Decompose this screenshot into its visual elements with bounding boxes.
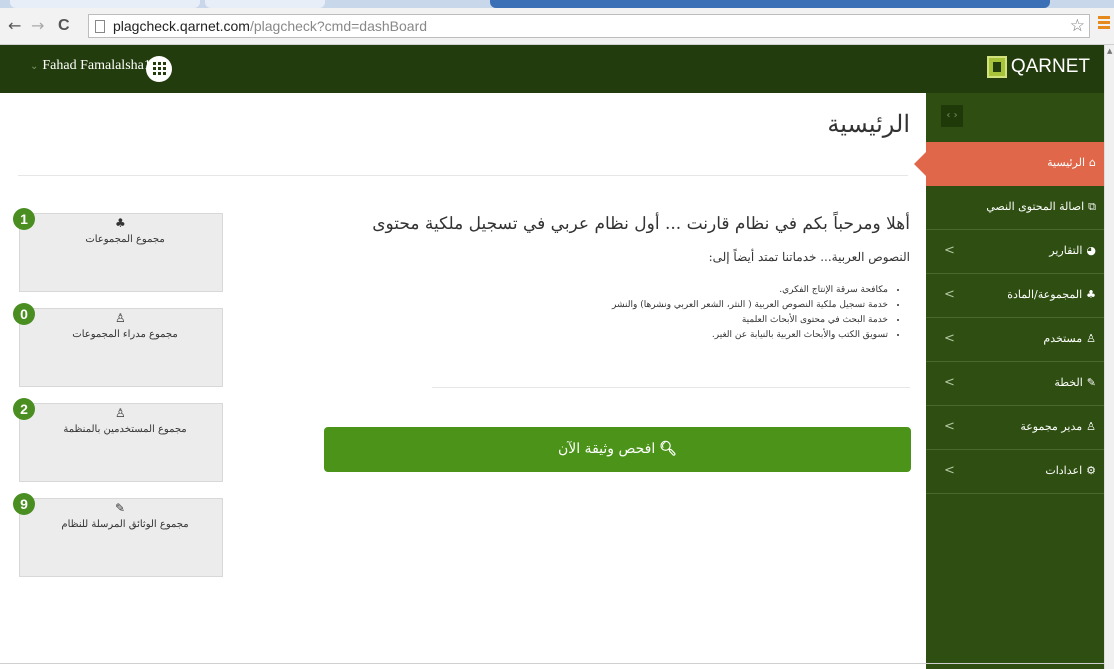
sidebar-item-text: مستخدم bbox=[1043, 332, 1083, 345]
sidebar-item-text: اصالة المحتوى النصي bbox=[986, 200, 1085, 213]
back-icon[interactable]: ← bbox=[8, 17, 21, 35]
sidebar-item-label: ⚙اعدادات bbox=[1045, 464, 1096, 477]
user-icon: ♙ bbox=[1086, 332, 1096, 345]
chevron-left-icon: < bbox=[944, 331, 955, 346]
stat-label: مجموع مدراء المجموعات bbox=[72, 329, 178, 340]
forward-icon[interactable]: → bbox=[31, 17, 44, 35]
search-icon: 🔍︎ bbox=[659, 441, 678, 457]
stat-card[interactable]: 1 ♣ مجموع المجموعات bbox=[13, 208, 223, 292]
welcome-heading: أهلا ومرحباً بكم في نظام قارنت ... أول ن… bbox=[372, 214, 910, 234]
count-badge: 9 bbox=[13, 493, 35, 515]
user-name: Fahad Famalalsha1 bbox=[42, 58, 151, 73]
browser-tab[interactable] bbox=[10, 0, 200, 8]
sidebar-collapse-button[interactable]: ‹ › bbox=[941, 105, 963, 127]
services-list: مكافحة سرقة الإنتاج الفكري. خدمة تسجيل م… bbox=[520, 283, 900, 343]
sidebar-item-label: ♙مدير مجموعة bbox=[1020, 420, 1096, 433]
stat-card[interactable]: 0 ♙ مجموع مدراء المجموعات bbox=[13, 303, 223, 387]
browser-tab-active[interactable] bbox=[490, 0, 1050, 8]
app-header: ⌄ Fahad Famalalsha1 QARNET bbox=[0, 45, 1104, 93]
sidebar-item-label: ✎الخطة bbox=[1054, 376, 1096, 389]
sidebar-item-label: ⧉اصالة المحتوى النصي bbox=[986, 200, 1096, 214]
reload-icon[interactable]: C bbox=[58, 17, 70, 35]
count-badge: 0 bbox=[13, 303, 35, 325]
brand-logo[interactable]: QARNET bbox=[986, 56, 1090, 78]
user-icon: ♙ bbox=[115, 406, 126, 420]
qarnet-logo-icon bbox=[986, 56, 1007, 78]
divider bbox=[18, 175, 908, 176]
calculator-icon[interactable] bbox=[146, 56, 172, 82]
sidebar-item[interactable]: ⌂الرئيسية bbox=[914, 142, 1104, 186]
url-text[interactable]: plagcheck.qarnet.com/plagcheck?cmd=dashB… bbox=[113, 18, 427, 34]
welcome-subheading: النصوص العربية... خدماتنا تمتد أيضاً إلى… bbox=[708, 250, 910, 264]
divider bbox=[0, 663, 1104, 664]
users-group-icon: ♣ bbox=[1086, 288, 1096, 301]
sidebar-item[interactable]: ♙مستخدم < bbox=[926, 318, 1104, 362]
group-manager-icon: ♙ bbox=[1086, 420, 1096, 433]
user-icon: ♙ bbox=[115, 311, 126, 325]
sidebar-item[interactable]: ⧉اصالة المحتوى النصي bbox=[926, 186, 1104, 230]
chevron-left-icon: < bbox=[944, 463, 955, 478]
copy-docs-icon: ⧉ bbox=[1088, 200, 1096, 213]
chevron-left-icon: < bbox=[944, 243, 955, 258]
url-path: /plagcheck?cmd=dashBoard bbox=[249, 18, 428, 34]
sidebar-item[interactable]: ♣المجموعة/المادة < bbox=[926, 274, 1104, 318]
url-host: plagcheck.qarnet.com bbox=[113, 18, 250, 34]
sidebar-item-label: ⌂الرئيسية bbox=[1047, 156, 1096, 169]
stat-label: مجموع المستخدمين بالمنظمة bbox=[63, 424, 187, 435]
users-group-icon: ♣ bbox=[115, 216, 126, 230]
scroll-up-icon[interactable]: ▲ bbox=[1107, 47, 1112, 55]
bookmark-star-icon[interactable]: ☆ bbox=[1070, 16, 1085, 36]
check-document-label: افحص وثيقة الآن bbox=[557, 441, 656, 457]
browser-tab[interactable] bbox=[205, 0, 325, 8]
check-document-button[interactable]: 🔍︎افحص وثيقة الآن bbox=[324, 427, 911, 472]
list-item: مكافحة سرقة الإنتاج الفكري. bbox=[520, 283, 888, 298]
chevron-down-icon: ⌄ bbox=[30, 61, 39, 72]
chevron-left-icon: < bbox=[944, 419, 955, 434]
divider bbox=[432, 387, 910, 388]
sidebar: ‹ › ⌂الرئيسية ⧉اصالة المحتوى النصي ◕التقار… bbox=[914, 93, 1104, 669]
gear-icon: ⚙ bbox=[1086, 464, 1096, 477]
sidebar-item-text: المجموعة/المادة bbox=[1007, 288, 1083, 301]
stat-card[interactable]: 2 ♙ مجموع المستخدمين بالمنظمة bbox=[13, 398, 223, 482]
sidebar-item-text: اعدادات bbox=[1045, 464, 1083, 477]
page-title: الرئيسية bbox=[827, 110, 910, 138]
stat-label: مجموع المجموعات bbox=[85, 234, 165, 245]
home-icon: ⌂ bbox=[1089, 156, 1096, 169]
pie-chart-icon: ◕ bbox=[1086, 244, 1096, 257]
count-badge: 1 bbox=[13, 208, 35, 230]
chevron-left-icon: < bbox=[944, 287, 955, 302]
sidebar-item-text: مدير مجموعة bbox=[1020, 420, 1083, 433]
sidebar-item[interactable]: ♙مدير مجموعة < bbox=[926, 406, 1104, 450]
sidebar-item[interactable]: ◕التقارير < bbox=[926, 230, 1104, 274]
address-bar[interactable]: plagcheck.qarnet.com/plagcheck?cmd=dashB… bbox=[88, 14, 1090, 38]
scrollbar[interactable]: ▲ bbox=[1104, 45, 1114, 669]
chevron-left-icon: < bbox=[944, 375, 955, 390]
page-icon bbox=[95, 20, 105, 33]
sidebar-item-label: ♣المجموعة/المادة bbox=[1007, 288, 1096, 301]
edit-icon: ✎ bbox=[1086, 376, 1096, 389]
browser-tab-strip bbox=[0, 0, 1114, 8]
brand-name: QARNET bbox=[1010, 56, 1090, 77]
sidebar-item-text: الخطة bbox=[1054, 376, 1083, 389]
stat-card[interactable]: 9 ✎ مجموع الوثائق المرسلة للنظام bbox=[13, 493, 223, 577]
list-item: خدمة تسجيل ملكية النصوص العربية ( النثر،… bbox=[520, 298, 888, 313]
sidebar-item[interactable]: ✎الخطة < bbox=[926, 362, 1104, 406]
sidebar-item-text: التقارير bbox=[1049, 244, 1083, 257]
list-item: خدمة البحث في محتوى الأبحاث العلمية bbox=[520, 313, 888, 328]
browser-menu-icon[interactable] bbox=[1098, 16, 1110, 34]
browser-toolbar: ← → C plagcheck.qarnet.com/plagcheck?cmd… bbox=[0, 8, 1114, 45]
sidebar-item-label: ◕التقارير bbox=[1049, 244, 1096, 257]
count-badge: 2 bbox=[13, 398, 35, 420]
sidebar-item-label: ♙مستخدم bbox=[1043, 332, 1096, 345]
stat-label: مجموع الوثائق المرسلة للنظام bbox=[61, 519, 189, 530]
user-menu[interactable]: ⌄ Fahad Famalalsha1 bbox=[30, 58, 151, 74]
edit-icon: ✎ bbox=[115, 501, 126, 515]
sidebar-item[interactable]: ⚙اعدادات < bbox=[926, 450, 1104, 494]
list-item: تسويق الكتب والأبحاث العربية بالنيابة عن… bbox=[520, 328, 888, 343]
sidebar-item-text: الرئيسية bbox=[1047, 156, 1086, 169]
